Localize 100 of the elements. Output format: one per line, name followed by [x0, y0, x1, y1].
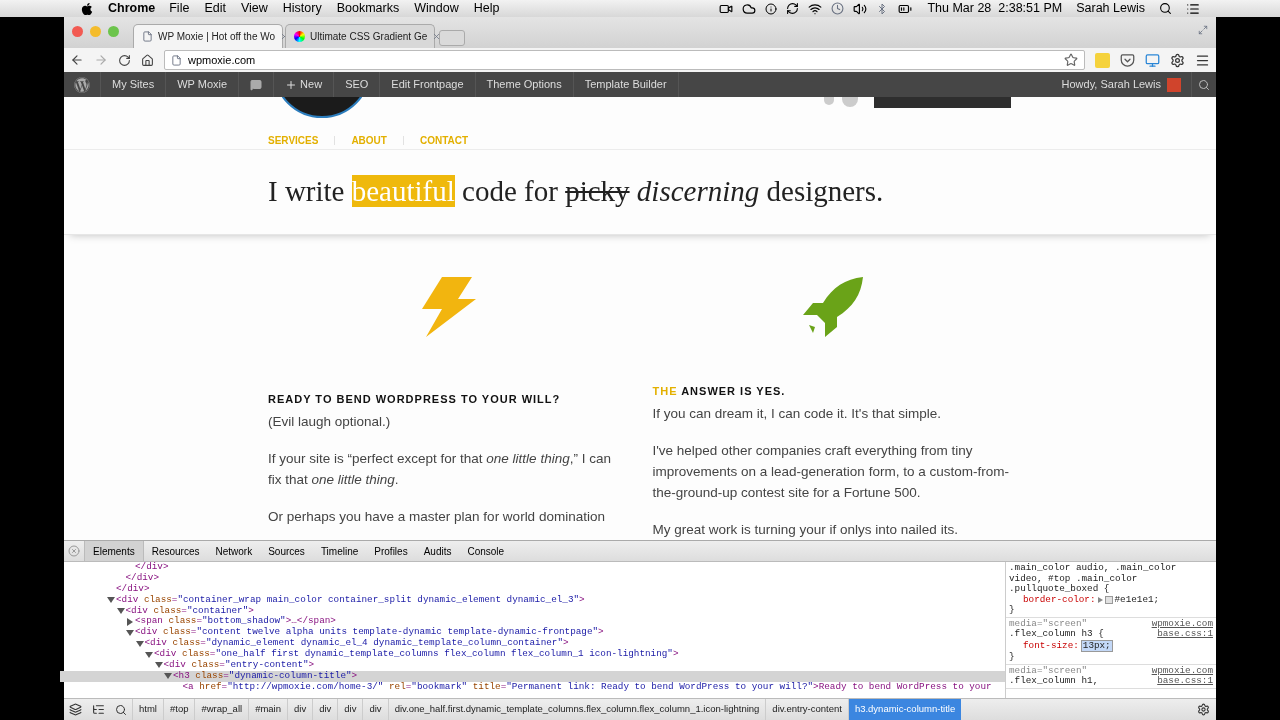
- dom-node[interactable]: <div class="dynamic_element dynamic_el_4 dynamic_template_column_container">: [60, 638, 1005, 650]
- breadcrumb[interactable]: div: [362, 699, 388, 720]
- dom-closing-tag[interactable]: </div>: [60, 583, 1005, 595]
- dom-node[interactable]: <div class="entry-content">: [60, 660, 1005, 671]
- dom-node[interactable]: <div class="content twelve alpha units template-dynamic template-dynamic-frontpage">: [60, 627, 1005, 639]
- css-property[interactable]: border-color:: [1023, 594, 1096, 605]
- devtools-tab[interactable]: Elements: [84, 541, 144, 561]
- screen-icon[interactable]: [1145, 52, 1160, 68]
- css-selector: .main_color audio, .main_color video, #top .main_color .pullquote_boxed {: [1009, 563, 1178, 595]
- search-icon[interactable]: [115, 703, 127, 716]
- menu-item[interactable]: Help: [473, 0, 500, 18]
- pocket-icon[interactable]: [1120, 52, 1135, 68]
- list-icon[interactable]: [1186, 1, 1200, 16]
- user-name[interactable]: Sarah Lewis: [1076, 0, 1145, 18]
- devtools-tab[interactable]: Profiles: [366, 541, 416, 561]
- paragraph: Or perhaps you have a master plan for world domination: [268, 508, 606, 526]
- media-query: media="screen": [1009, 665, 1088, 676]
- source-link[interactable]: base.css:1: [1157, 629, 1213, 640]
- app-menu[interactable]: Chrome: [108, 0, 156, 18]
- page-icon: [142, 31, 153, 42]
- source-link[interactable]: wpmoxie.com: [1151, 665, 1213, 676]
- volume-icon[interactable]: [853, 1, 868, 16]
- devtools-tab[interactable]: Resources: [143, 541, 208, 561]
- console-icon[interactable]: [92, 703, 105, 716]
- collapse-triangle-icon[interactable]: [135, 639, 144, 648]
- menu-item[interactable]: History: [282, 0, 322, 18]
- breadcrumb[interactable]: div: [312, 699, 338, 720]
- dom-node[interactable]: <div class="one_half first dynamic_template_columns flex_column flex_column_1 icon-lightning">: [60, 649, 1005, 660]
- greeting[interactable]: Howdy, Sarah Lewis: [1061, 76, 1161, 93]
- devtools-tab[interactable]: Sources: [260, 541, 313, 561]
- close-tab-icon[interactable]: [432, 32, 442, 41]
- source-link[interactable]: base.css:1: [1157, 676, 1213, 687]
- collapse-triangle-icon[interactable]: [116, 607, 125, 615]
- menu-item[interactable]: File: [169, 0, 190, 18]
- paragraph: If your site is “perfect except for that one little thing,” I can fix that one little thing.: [268, 450, 612, 489]
- reload-icon[interactable]: [118, 53, 131, 67]
- breadcrumb[interactable]: div: [287, 699, 313, 720]
- menu-item[interactable]: Edit: [204, 0, 226, 18]
- wifi-icon[interactable]: [808, 1, 823, 16]
- breadcrumb[interactable]: html: [132, 699, 163, 720]
- dom-closing-tag[interactable]: </div>: [60, 572, 1005, 584]
- address-bar[interactable]: wpmoxie.com: [164, 50, 1085, 70]
- settings-icon[interactable]: [1170, 52, 1185, 68]
- menu-item[interactable]: Window: [414, 0, 459, 18]
- breadcrumb[interactable]: div.entry-content: [765, 699, 848, 720]
- column-heading: READY TO BEND WORDPRESS TO YOUR WILL?: [268, 391, 562, 407]
- cloud-icon[interactable]: [742, 1, 757, 16]
- sync-icon[interactable]: [786, 2, 800, 15]
- browser-tab[interactable]: WP Moxie | Hot off the Wo: [133, 24, 283, 48]
- css-value[interactable]: 13px;: [1080, 639, 1113, 652]
- breadcrumb[interactable]: #main: [248, 699, 287, 720]
- dom-node[interactable]: <div class="container">: [60, 605, 1005, 617]
- menu-icon[interactable]: [1195, 52, 1210, 68]
- dom-closing-tag[interactable]: </div>: [60, 562, 1005, 573]
- comment-icon[interactable]: [250, 78, 263, 91]
- admin-bar-item[interactable]: New: [300, 76, 323, 93]
- css-property[interactable]: font-size:: [1023, 640, 1079, 651]
- css-selector: .flex_column h1,: [1009, 676, 1099, 687]
- color-swatch[interactable]: [1104, 595, 1113, 604]
- info-icon[interactable]: [765, 2, 778, 15]
- dock-icon[interactable]: [69, 703, 82, 716]
- closing-brace: }: [1009, 605, 1016, 616]
- fullscreen-icon[interactable]: [1198, 25, 1208, 35]
- devtools-tab[interactable]: Audits: [415, 541, 460, 561]
- dom-node[interactable]: <h3 class="dynamic-column-title">: [60, 670, 1005, 682]
- plus-icon: [285, 78, 298, 91]
- menu-item[interactable]: Bookmarks: [336, 0, 400, 18]
- menu-item[interactable]: View: [240, 0, 268, 18]
- search-icon[interactable]: [1159, 2, 1172, 15]
- expand-triangle-icon[interactable]: [126, 617, 134, 626]
- clock-icon[interactable]: [831, 2, 845, 15]
- dom-node[interactable]: <a href="http://wpmoxie.com/home-3/" rel="bookmark" title="Permanent link: Ready to bend WordPress to your will?">Ready to bend WordPress to your: [60, 681, 1005, 693]
- breadcrumb[interactable]: div: [337, 699, 363, 720]
- breadcrumb[interactable]: h3.dynamic-column-title: [847, 699, 962, 720]
- devtools-tab[interactable]: Console: [459, 541, 513, 561]
- collapse-triangle-icon[interactable]: [107, 596, 115, 605]
- menu-clock[interactable]: Thu Mar 28 2:38:51 PM: [927, 0, 1063, 18]
- collapse-triangle-icon[interactable]: [154, 661, 163, 670]
- bookmark-star-icon[interactable]: [1064, 53, 1078, 67]
- settings-icon[interactable]: [1197, 703, 1210, 716]
- breadcrumb[interactable]: div.one_half.first.dynamic_template_columns.flex_column.flex_column_1.icon-lightning: [387, 699, 766, 720]
- collapse-triangle-icon[interactable]: [145, 650, 153, 659]
- expand-triangle-icon[interactable]: [1097, 596, 1103, 603]
- dom-node[interactable]: <span class="bottom_shadow">…</span>: [60, 616, 1005, 628]
- css-value[interactable]: #e1e1e1;: [1114, 594, 1160, 605]
- devtools-tab[interactable]: Network: [207, 541, 261, 561]
- apple-icon[interactable]: [80, 1, 94, 16]
- closing-brace: }: [1009, 652, 1016, 663]
- breadcrumb[interactable]: #top: [162, 699, 195, 720]
- collapse-triangle-icon[interactable]: [164, 672, 172, 681]
- wordpress-icon[interactable]: [74, 76, 90, 93]
- breadcrumb[interactable]: #wrap_all: [194, 699, 249, 720]
- collapse-triangle-icon[interactable]: [126, 628, 134, 637]
- dom-node[interactable]: <div class="container_wrap main_color container_split dynamic_element dynamic_el_3">: [60, 594, 1005, 606]
- column-heading: THE ANSWER IS YES.: [652, 383, 787, 399]
- source-link[interactable]: wpmoxie.com: [1151, 618, 1213, 629]
- back-icon[interactable]: [70, 53, 84, 67]
- media-query: media="screen": [1009, 618, 1088, 629]
- home-icon[interactable]: [141, 53, 154, 67]
- devtools-tab[interactable]: Timeline: [312, 541, 367, 561]
